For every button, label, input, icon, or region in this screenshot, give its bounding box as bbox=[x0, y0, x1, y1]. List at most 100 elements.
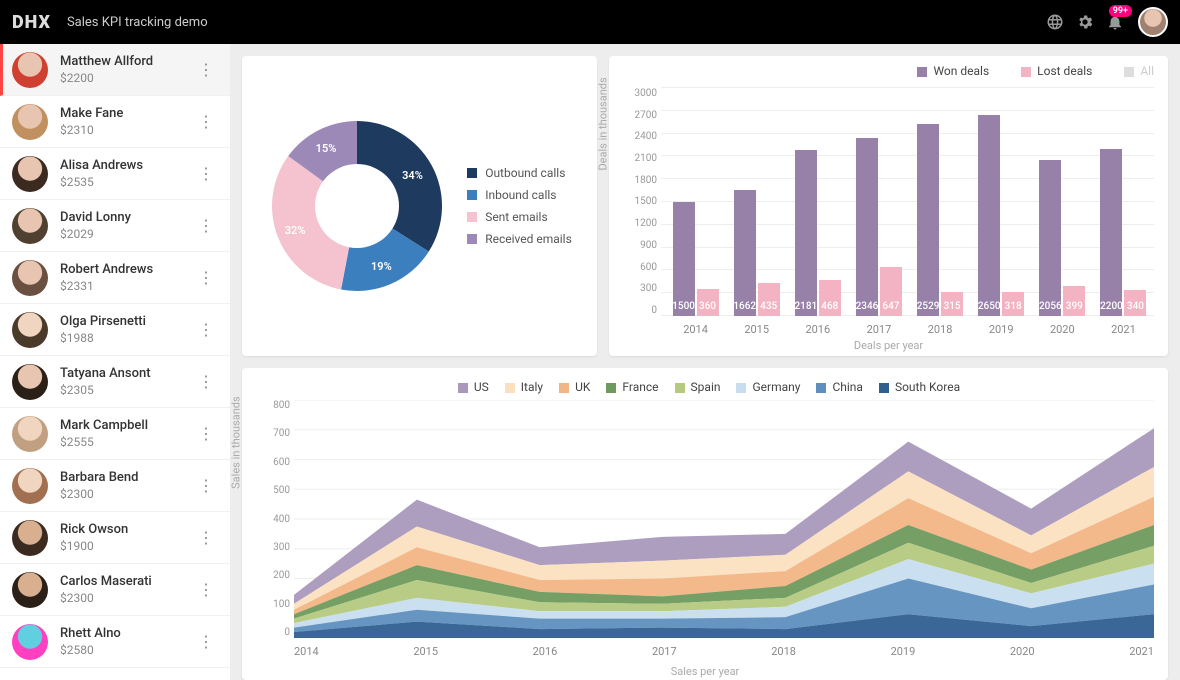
legend-item[interactable]: France bbox=[590, 380, 658, 394]
user-avatar[interactable] bbox=[1138, 7, 1168, 37]
person-name: Barbara Bend bbox=[60, 470, 194, 485]
bar-lost[interactable]: 340 bbox=[1124, 290, 1146, 316]
more-icon[interactable]: ⋮ bbox=[194, 268, 218, 287]
sidebar-item-person[interactable]: David Lonny $2029 ⋮ bbox=[0, 200, 230, 252]
legend-item[interactable]: South Korea bbox=[863, 380, 960, 394]
legend-item[interactable]: Inbound calls bbox=[467, 184, 572, 206]
bar-group: 2650 318 2019 bbox=[971, 88, 1032, 316]
legend-item[interactable]: Spain bbox=[659, 380, 721, 394]
person-amount: $2555 bbox=[60, 435, 194, 449]
more-icon[interactable]: ⋮ bbox=[194, 216, 218, 235]
bar-won[interactable]: 2200 bbox=[1100, 149, 1122, 316]
avatar bbox=[12, 260, 48, 296]
avatar bbox=[12, 468, 48, 504]
legend-item[interactable]: Sent emails bbox=[467, 206, 572, 228]
legend-item[interactable]: China bbox=[800, 380, 863, 394]
bar-lost[interactable]: 360 bbox=[697, 289, 719, 316]
filter-won-deals[interactable]: Won deals bbox=[901, 64, 989, 78]
more-icon[interactable]: ⋮ bbox=[194, 580, 218, 599]
sidebar-item-person[interactable]: Matthew Allford $2200 ⋮ bbox=[0, 44, 230, 96]
sidebar-item-person[interactable]: Mark Campbell $2555 ⋮ bbox=[0, 408, 230, 460]
person-amount: $2300 bbox=[60, 591, 194, 605]
area-x-axis-label: Sales per year bbox=[242, 665, 1168, 678]
bar-category: 2021 bbox=[1093, 323, 1154, 336]
donut-slice-label: 19% bbox=[371, 260, 392, 273]
sidebar-item-person[interactable]: Barbara Bend $2300 ⋮ bbox=[0, 460, 230, 512]
avatar bbox=[12, 520, 48, 556]
person-name: Make Fane bbox=[60, 106, 194, 121]
sales-area-card: USItalyUKFranceSpainGermanyChinaSouth Ko… bbox=[242, 368, 1168, 680]
more-icon[interactable]: ⋮ bbox=[194, 528, 218, 547]
sidebar-item-person[interactable]: Olga Pirsenetti $1988 ⋮ bbox=[0, 304, 230, 356]
bar-group: 2181 468 2016 bbox=[787, 88, 848, 316]
bar-category: 2020 bbox=[1032, 323, 1093, 336]
bar-lost[interactable]: 315 bbox=[941, 292, 963, 316]
avatar bbox=[12, 416, 48, 452]
person-amount: $2305 bbox=[60, 383, 194, 397]
bar-won[interactable]: 2650 bbox=[978, 115, 1000, 316]
sidebar-item-person[interactable]: Carlos Maserati $2300 ⋮ bbox=[0, 564, 230, 616]
sidebar-item-person[interactable]: Robert Andrews $2331 ⋮ bbox=[0, 252, 230, 304]
bar-category: 2019 bbox=[971, 323, 1032, 336]
sidebar-item-person[interactable]: Tatyana Ansont $2305 ⋮ bbox=[0, 356, 230, 408]
more-icon[interactable]: ⋮ bbox=[194, 476, 218, 495]
more-icon[interactable]: ⋮ bbox=[194, 112, 218, 131]
legend-item[interactable]: Germany bbox=[720, 380, 800, 394]
legend-item[interactable]: Italy bbox=[489, 380, 543, 394]
bar-won[interactable]: 2181 bbox=[795, 150, 817, 316]
filter-lost-deals[interactable]: Lost deals bbox=[1005, 64, 1092, 78]
person-amount: $1900 bbox=[60, 539, 194, 553]
area-y-axis: 8007006005004003002001000 bbox=[248, 400, 290, 638]
bar-group: 1662 435 2015 bbox=[726, 88, 787, 316]
sidebar-item-person[interactable]: Alisa Andrews $2535 ⋮ bbox=[0, 148, 230, 200]
person-name: Rick Owson bbox=[60, 522, 194, 537]
activity-donut-card: 34%19%32%15% Outbound callsInbound calls… bbox=[242, 56, 597, 356]
bar-category: 2015 bbox=[726, 323, 787, 336]
bar-lost[interactable]: 399 bbox=[1063, 286, 1085, 316]
bar-lost[interactable]: 318 bbox=[1002, 292, 1024, 316]
deals-bar-chart: 1500 360 20141662 435 20152181 468 20162… bbox=[661, 88, 1154, 316]
bar-won[interactable]: 1500 bbox=[673, 202, 695, 316]
donut-slice-label: 34% bbox=[402, 169, 423, 182]
deals-bar-card: Won dealsLost dealsAll Deals in thousand… bbox=[609, 56, 1168, 356]
bar-lost[interactable]: 647 bbox=[880, 267, 902, 316]
person-name: David Lonny bbox=[60, 210, 194, 225]
sidebar-item-person[interactable]: Make Fane $2310 ⋮ bbox=[0, 96, 230, 148]
avatar bbox=[12, 104, 48, 140]
person-amount: $2310 bbox=[60, 123, 194, 137]
bar-group: 2346 647 2017 bbox=[848, 88, 909, 316]
app-header: DHX Sales KPI tracking demo 99+ bbox=[0, 0, 1180, 44]
bar-lost[interactable]: 468 bbox=[819, 280, 841, 316]
legend-item[interactable]: Received emails bbox=[467, 228, 572, 250]
notification-badge: 99+ bbox=[1109, 5, 1132, 17]
bar-won[interactable]: 2529 bbox=[917, 124, 939, 316]
more-icon[interactable]: ⋮ bbox=[194, 60, 218, 79]
bar-won[interactable]: 1662 bbox=[734, 190, 756, 316]
person-amount: $2300 bbox=[60, 487, 194, 501]
people-sidebar: Matthew Allford $2200 ⋮ Make Fane $2310 … bbox=[0, 44, 230, 680]
bell-icon[interactable]: 99+ bbox=[1100, 7, 1130, 37]
gear-icon[interactable] bbox=[1070, 7, 1100, 37]
donut-slice-label: 15% bbox=[316, 142, 337, 155]
donut-chart: 34%19%32%15% bbox=[267, 116, 447, 296]
bar-won[interactable]: 2346 bbox=[856, 138, 878, 316]
person-amount: $2580 bbox=[60, 643, 194, 657]
more-icon[interactable]: ⋮ bbox=[194, 372, 218, 391]
donut-legend: Outbound callsInbound callsSent emailsRe… bbox=[467, 162, 572, 250]
bar-won[interactable]: 2056 bbox=[1039, 160, 1061, 316]
bar-lost[interactable]: 435 bbox=[758, 283, 780, 316]
bar-x-axis-label: Deals per year bbox=[609, 339, 1168, 352]
more-icon[interactable]: ⋮ bbox=[194, 632, 218, 651]
app-title: Sales KPI tracking demo bbox=[67, 15, 208, 30]
more-icon[interactable]: ⋮ bbox=[194, 320, 218, 339]
legend-item[interactable]: UK bbox=[543, 380, 590, 394]
globe-icon[interactable] bbox=[1040, 7, 1070, 37]
person-amount: $2331 bbox=[60, 279, 194, 293]
more-icon[interactable]: ⋮ bbox=[194, 424, 218, 443]
legend-item[interactable]: US bbox=[442, 380, 489, 394]
legend-item[interactable]: Outbound calls bbox=[467, 162, 572, 184]
more-icon[interactable]: ⋮ bbox=[194, 164, 218, 183]
sidebar-item-person[interactable]: Rick Owson $1900 ⋮ bbox=[0, 512, 230, 564]
sidebar-item-person[interactable]: Rhett Alno $2580 ⋮ bbox=[0, 616, 230, 668]
filter-all[interactable]: All bbox=[1108, 64, 1154, 78]
